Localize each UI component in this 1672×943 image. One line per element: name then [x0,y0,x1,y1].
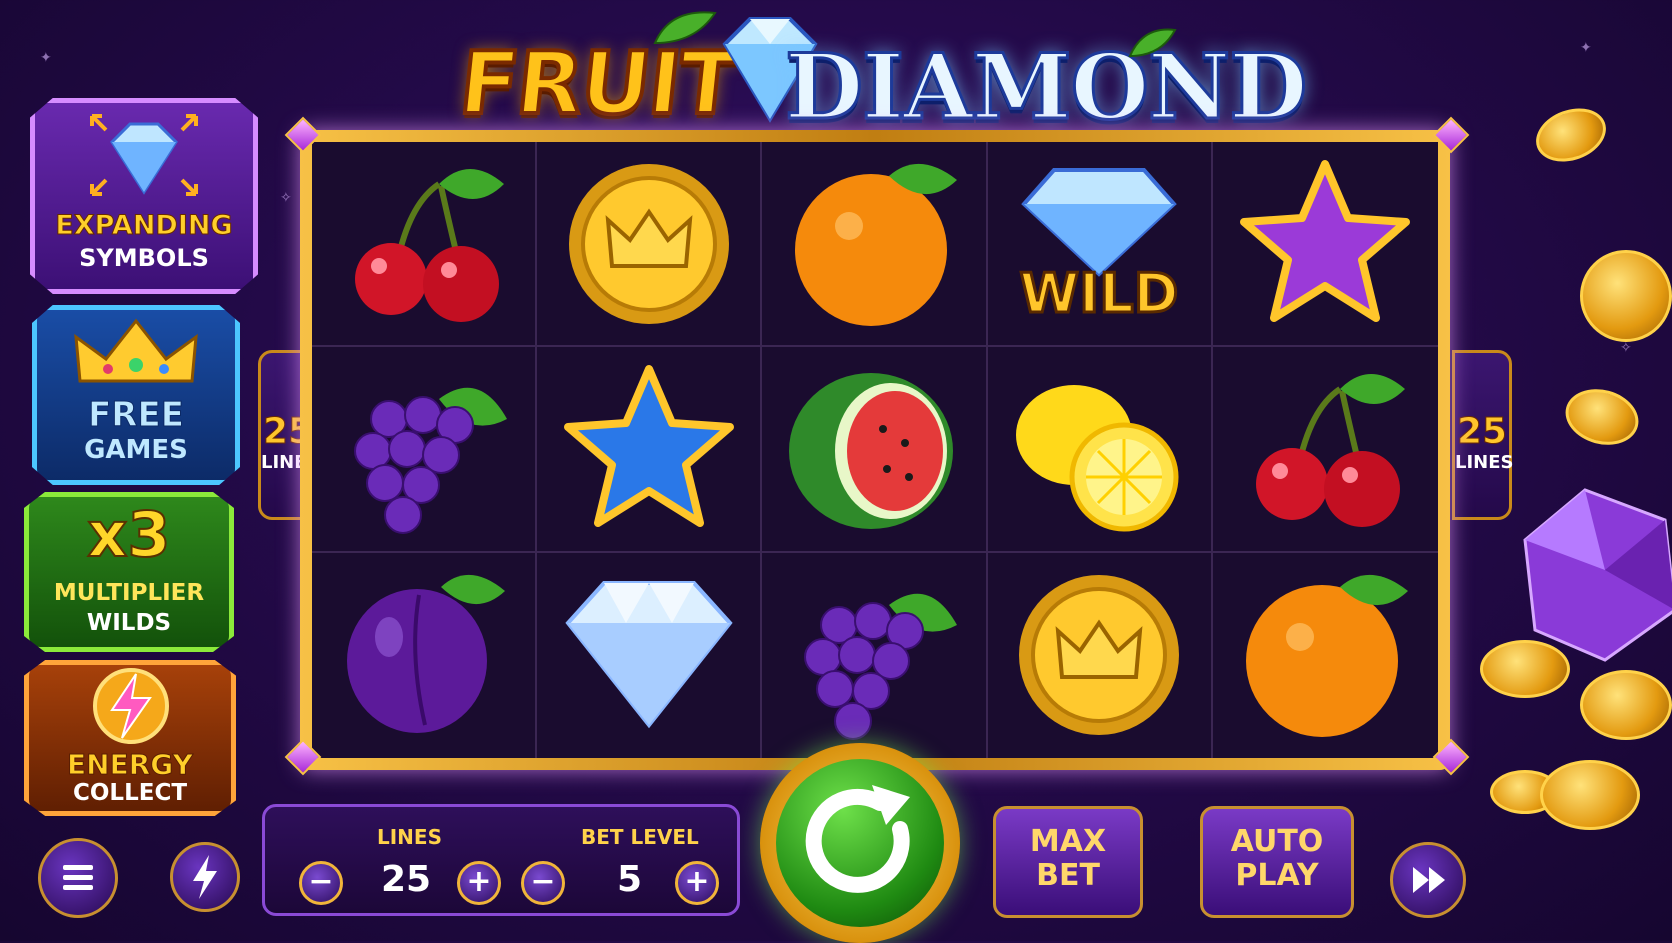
auto-play-label-2: PLAY [1235,858,1319,893]
reel-cell [762,552,988,758]
menu-button[interactable] [38,838,118,918]
bet-level-increase-button[interactable]: + [675,861,719,905]
reel-frame: WILD [300,130,1450,770]
lines-decrease-button[interactable]: − [299,861,343,905]
title-diamond: DIAMOND [783,33,1308,142]
coin-decoration [1580,670,1672,740]
crown-icon [74,318,198,383]
feature-title: FREE [88,395,185,436]
feature-subtitle: COLLECT [72,780,188,806]
feature-expanding-symbols[interactable]: EXPANDING SYMBOLS [30,98,258,294]
reel-cell [987,347,1213,553]
feature-title: ENERGY [67,748,194,782]
blue-star-icon [563,364,734,527]
sparkle: ✦ [1580,40,1592,56]
feature-energy-collect[interactable]: ENERGY COLLECT [24,660,236,816]
max-bet-button[interactable]: MAX BET [993,806,1143,918]
bet-panel: LINES BET LEVEL − 25 + − 5 + [262,804,740,916]
coin-decoration [1480,640,1570,698]
lines-value: 25 [381,859,432,900]
cherry-icon [1256,373,1406,527]
fast-forward-button[interactable] [1390,842,1466,918]
reel-cell [537,142,763,348]
orange-icon [794,163,957,326]
crown-coin-icon [1019,575,1180,736]
reel-cell [537,347,763,553]
feature-subtitle: WILDS [86,610,172,636]
feature-subtitle: SYMBOLS [79,244,209,272]
auto-play-label-1: AUTO [1230,824,1324,859]
reel-cell [1213,553,1438,758]
reel-cell [1212,142,1438,348]
cherry-icon [354,168,504,322]
feature-title: EXPANDING [55,210,233,242]
coin-decoration [1528,99,1614,171]
feature-free-games[interactable]: FREE GAMES [32,305,240,485]
reel-grid: WILD [312,142,1438,758]
max-bet-label-1: MAX [1029,824,1107,859]
sparkle: ✧ [280,190,292,206]
spin-button[interactable] [760,743,960,943]
hamburger-icon [63,865,93,890]
diamond-expand-icon [90,114,198,196]
lines-label: LINES [377,825,442,849]
reel-cell [312,347,538,553]
spin-button-face [776,759,944,927]
max-bet-label-2: BET [1036,858,1100,893]
reel-cell [312,552,538,758]
diamond-wild-icon: WILD [1018,167,1180,326]
reel-cell [762,347,988,553]
spin-arrow-icon [805,785,910,893]
leaf-icon [1128,28,1177,58]
coin-decoration [1580,250,1672,342]
coin-decoration [1559,381,1645,453]
bet-level-decrease-button[interactable]: − [521,861,565,905]
diamond-icon [565,581,733,729]
game-title-logo: FRUIT DIAMOND [440,6,1309,146]
paylines-count: 25 [1456,411,1508,453]
feature-multiplier-wilds[interactable]: x3 MULTIPLIER WILDS [24,492,234,652]
watermelon-icon [788,372,953,529]
reel-cell [537,552,763,758]
lightning-coin-icon [93,668,169,744]
multiplier-icon: x3 [86,497,171,572]
feature-subtitle: GAMES [84,435,188,465]
paylines-indicator-right: 25 LINES [1452,350,1514,520]
fast-forward-icon [1413,867,1445,893]
reel-cell [1212,347,1438,553]
feature-title: MULTIPLIER [53,580,205,606]
wild-label: WILD [1020,262,1179,325]
coin-decoration [1540,760,1640,830]
title-fruit: FRUIT [453,32,743,136]
leaf-icon [653,11,717,45]
grapes-icon [803,594,957,741]
reel-cell [762,142,988,348]
auto-play-button[interactable]: AUTO PLAY [1200,806,1354,918]
plum-icon [346,575,505,734]
turbo-button[interactable] [170,842,240,912]
reel-cell: WILD [987,142,1213,348]
lightning-icon [193,855,217,899]
reel-cell [988,552,1213,758]
sparkle: ✧ [1620,340,1632,356]
lemon-icon [1016,384,1179,532]
purple-star-icon [1240,159,1411,322]
bet-level-label: BET LEVEL [581,825,699,849]
crown-coin-icon [568,163,729,324]
orange-icon [1246,575,1409,738]
lines-increase-button[interactable]: + [457,861,501,905]
paylines-label: LINES [1455,452,1514,473]
sparkle: ✦ [40,50,52,66]
bet-level-value: 5 [617,859,643,900]
grapes-icon [353,387,507,534]
reel-cell [312,142,538,348]
